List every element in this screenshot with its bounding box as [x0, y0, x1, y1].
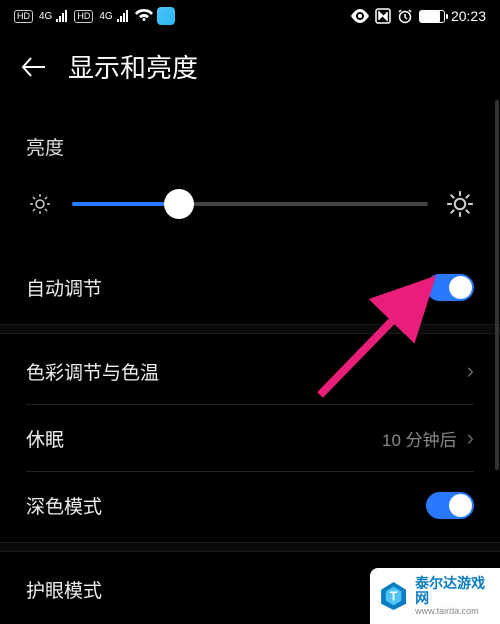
auto-adjust-toggle[interactable]	[426, 274, 474, 301]
slider-thumb[interactable]	[164, 189, 194, 219]
page-header: 显示和亮度	[0, 32, 500, 105]
clock-time: 20:23	[451, 8, 486, 24]
dark-mode-toggle[interactable]	[426, 492, 474, 519]
auto-adjust-row[interactable]: 自动调节	[26, 254, 474, 320]
brightness-slider[interactable]	[72, 202, 428, 206]
auto-adjust-label: 自动调节	[26, 274, 102, 301]
eye-care-status-icon	[351, 9, 369, 23]
nfc-icon	[375, 8, 391, 24]
chevron-right-icon: ›	[467, 358, 474, 384]
dark-mode-row[interactable]: 深色模式	[26, 472, 474, 538]
signal-2-label: 4G	[99, 11, 112, 22]
slider-fill	[72, 202, 179, 206]
scrollbar[interactable]	[495, 100, 499, 470]
status-right: 20:23	[351, 8, 486, 24]
sleep-label: 休眠	[26, 425, 64, 452]
alarm-icon	[397, 8, 413, 24]
status-bar: HD 4G HD 4G 20:23	[0, 0, 500, 32]
arrow-left-icon	[21, 54, 47, 80]
hd-badge-2: HD	[74, 10, 93, 23]
battery-icon	[419, 10, 445, 23]
svg-text:T: T	[390, 590, 398, 604]
brightness-low-icon	[26, 190, 54, 218]
section-divider	[0, 542, 500, 552]
content-area: 亮度 自动调节 色彩调节与色温 › 休眠 10 分钟后 › 深色模式	[0, 133, 500, 622]
signal-bars-icon-2	[117, 10, 131, 22]
app-indicator-icon	[157, 7, 175, 25]
watermark-title: 泰尔达游戏网	[415, 576, 492, 607]
page-title: 显示和亮度	[68, 48, 198, 85]
eye-comfort-label: 护眼模式	[26, 576, 102, 603]
signal-bars-icon	[56, 10, 70, 22]
back-button[interactable]	[20, 53, 48, 81]
sleep-row[interactable]: 休眠 10 分钟后 ›	[26, 405, 474, 471]
dark-mode-label: 深色模式	[26, 492, 102, 519]
watermark-url: www.tairda.com	[415, 606, 492, 616]
wifi-icon	[135, 9, 153, 23]
status-left: HD 4G HD 4G	[14, 7, 175, 25]
brightness-label: 亮度	[26, 133, 474, 160]
chevron-right-icon: ›	[467, 425, 474, 451]
color-temp-label: 色彩调节与色温	[26, 358, 159, 385]
watermark-logo-icon: T	[378, 579, 409, 613]
color-temp-row[interactable]: 色彩调节与色温 ›	[26, 338, 474, 404]
watermark: T 泰尔达游戏网 www.tairda.com	[370, 568, 500, 624]
brightness-high-icon	[446, 190, 474, 218]
brightness-slider-row	[26, 190, 474, 218]
sleep-value: 10 分钟后	[382, 426, 457, 451]
signal-1-label: 4G	[39, 11, 52, 22]
hd-badge-1: HD	[14, 10, 33, 23]
section-divider	[0, 324, 500, 334]
